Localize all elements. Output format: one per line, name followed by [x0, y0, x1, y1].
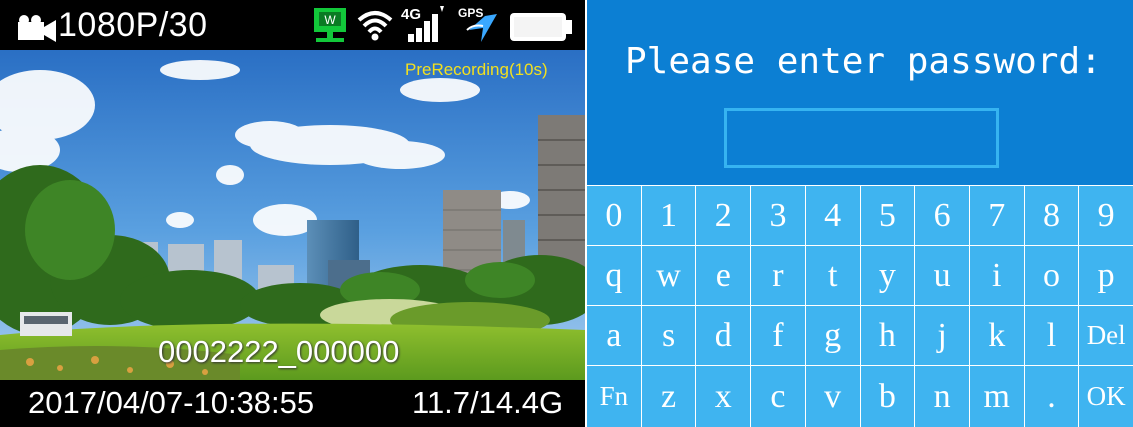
wlan-icon-label: W	[324, 13, 336, 27]
prerecording-indicator: PreRecording(10s)	[405, 60, 548, 79]
file-name-label: 0002222_000000	[158, 334, 400, 369]
key-n[interactable]: n	[915, 365, 970, 427]
key-j[interactable]: j	[915, 305, 970, 365]
key-0[interactable]: 0	[587, 185, 642, 245]
key-q[interactable]: q	[587, 245, 642, 305]
key-e[interactable]: e	[696, 245, 752, 305]
key-k[interactable]: k	[969, 305, 1025, 365]
key-x[interactable]: x	[696, 365, 752, 427]
key-2[interactable]: 2	[696, 185, 752, 245]
camera-preview-screen: 1080P/30 W 4G GPS PreRecording(10s) 0002…	[0, 0, 585, 427]
key-5[interactable]: 5	[860, 185, 916, 245]
key-s[interactable]: s	[641, 305, 697, 365]
keyboard-row-digits: 0 1 2 3 4 5 6 7 8 9	[587, 185, 1133, 245]
key-l[interactable]: l	[1024, 305, 1080, 365]
video-camera-icon	[18, 15, 56, 42]
key-f[interactable]: f	[751, 305, 806, 365]
battery-icon	[510, 13, 572, 41]
resolution-label: 1080P/30	[58, 6, 208, 44]
on-screen-keyboard: 0 1 2 3 4 5 6 7 8 9 q w e r t y u i o p …	[587, 185, 1133, 427]
datetime-label: 2017/04/07-10:38:55	[28, 385, 315, 420]
keyboard-row-qwerty: q w e r t y u i o p	[587, 245, 1133, 305]
status-bar: 1080P/30 W 4G GPS	[0, 0, 585, 50]
4g-signal-icon: 4G	[401, 6, 444, 42]
key-a[interactable]: a	[587, 305, 642, 365]
wifi-icon	[357, 11, 393, 41]
keyboard-row-asdf: a s d f g h j k l Del	[587, 305, 1133, 365]
password-input[interactable]	[724, 108, 999, 168]
ok-key[interactable]: OK	[1079, 365, 1133, 427]
key-9[interactable]: 9	[1079, 185, 1133, 245]
key-o[interactable]: o	[1024, 245, 1080, 305]
delete-key[interactable]: Del	[1079, 305, 1133, 365]
key-g[interactable]: g	[805, 305, 861, 365]
wlan-icon: W	[314, 8, 346, 42]
password-prompt: Please enter password:	[625, 41, 1102, 82]
key-1[interactable]: 1	[641, 185, 697, 245]
key-d[interactable]: d	[696, 305, 752, 365]
fn-key[interactable]: Fn	[587, 365, 642, 427]
password-screen: Please enter password: 0 1 2 3 4 5 6 7 8…	[587, 0, 1133, 427]
key-8[interactable]: 8	[1024, 185, 1080, 245]
key-i[interactable]: i	[969, 245, 1025, 305]
key-c[interactable]: c	[751, 365, 806, 427]
4g-label: 4G	[401, 6, 421, 23]
key-t[interactable]: t	[805, 245, 861, 305]
city-park-scene	[0, 50, 585, 380]
key-p[interactable]: p	[1079, 245, 1133, 305]
key-4[interactable]: 4	[805, 185, 861, 245]
key-period[interactable]: .	[1024, 365, 1080, 427]
keyboard-row-zxcv: Fn z x c v b n m . OK	[587, 365, 1133, 427]
key-3[interactable]: 3	[751, 185, 806, 245]
key-b[interactable]: b	[860, 365, 916, 427]
key-r[interactable]: r	[751, 245, 806, 305]
key-z[interactable]: z	[641, 365, 697, 427]
storage-label: 11.7/14.4G	[412, 385, 564, 420]
key-m[interactable]: m	[969, 365, 1025, 427]
key-u[interactable]: u	[915, 245, 970, 305]
key-7[interactable]: 7	[969, 185, 1025, 245]
key-y[interactable]: y	[860, 245, 916, 305]
key-6[interactable]: 6	[915, 185, 970, 245]
key-v[interactable]: v	[805, 365, 861, 427]
gps-label: GPS	[458, 6, 483, 20]
key-h[interactable]: h	[860, 305, 916, 365]
camera-preview-image	[0, 50, 585, 380]
gps-icon: GPS	[458, 6, 497, 42]
key-w[interactable]: w	[641, 245, 697, 305]
